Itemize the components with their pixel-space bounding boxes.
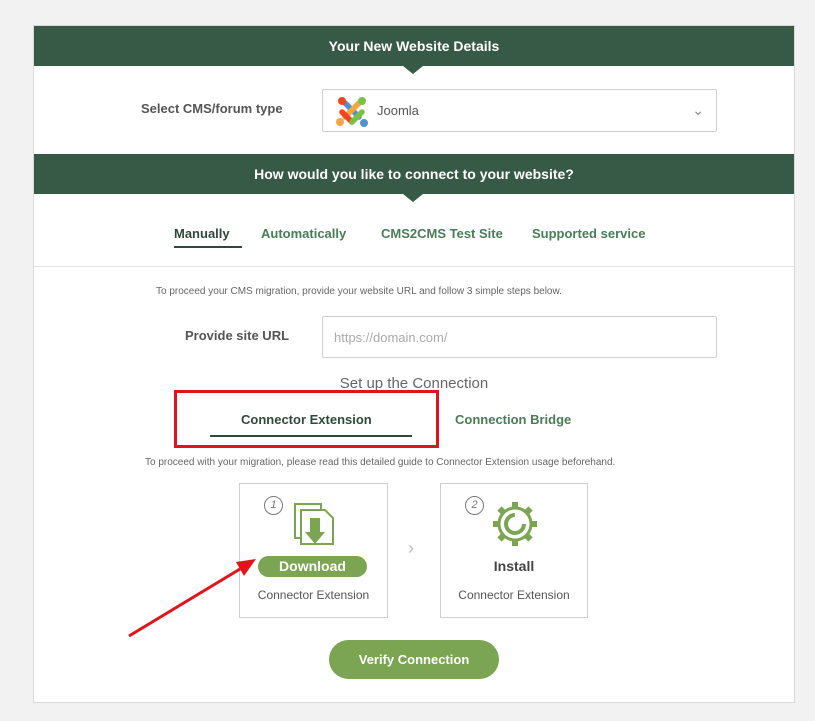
tab-automatically[interactable]: Automatically xyxy=(261,226,346,241)
guide-hint-text: To proceed with your migration, please r… xyxy=(145,457,616,468)
step-number: 1 xyxy=(264,496,283,515)
chevron-right-icon: › xyxy=(408,538,414,558)
cms-select[interactable]: Joomla ⌄ xyxy=(322,89,717,132)
step-caption: Connector Extension xyxy=(257,588,370,602)
tab-supported-service[interactable]: Supported service xyxy=(532,226,645,241)
cms-selected-value: Joomla xyxy=(377,103,419,118)
tab-test-site[interactable]: CMS2CMS Test Site xyxy=(381,226,503,241)
step-download-card: 1 Download Connector Extension xyxy=(239,483,388,618)
step-number: 2 xyxy=(465,496,484,515)
annotation-highlight-box xyxy=(174,390,439,448)
subtab-connection-bridge[interactable]: Connection Bridge xyxy=(455,412,571,427)
tabs-divider xyxy=(34,266,794,267)
cms-select-label: Select CMS/forum type xyxy=(141,101,283,116)
migration-panel: Your New Website Details Select CMS/foru… xyxy=(33,25,795,703)
step-caption: Connector Extension xyxy=(458,588,570,602)
details-header: Your New Website Details xyxy=(34,26,794,74)
joomla-logo-icon xyxy=(336,97,368,127)
active-tab-indicator xyxy=(174,246,242,248)
header-notch xyxy=(403,66,423,74)
step-install-card: 2 Install Connector Extension xyxy=(440,483,588,618)
connect-header-title: How would you like to connect to your we… xyxy=(254,166,574,182)
tab-manually[interactable]: Manually xyxy=(174,226,230,241)
gear-install-icon xyxy=(493,502,537,546)
download-folder-icon xyxy=(294,503,334,545)
connect-header: How would you like to connect to your we… xyxy=(34,154,794,202)
header-notch xyxy=(403,194,423,202)
site-url-label: Provide site URL xyxy=(185,328,290,343)
download-button[interactable]: Download xyxy=(258,556,367,577)
details-header-title: Your New Website Details xyxy=(328,38,500,54)
install-label: Install xyxy=(493,558,535,574)
migration-intro-text: To proceed your CMS migration, provide y… xyxy=(156,286,562,297)
site-url-input[interactable] xyxy=(322,316,717,358)
chevron-down-icon: ⌄ xyxy=(692,102,704,118)
verify-connection-button[interactable]: Verify Connection xyxy=(329,640,499,679)
